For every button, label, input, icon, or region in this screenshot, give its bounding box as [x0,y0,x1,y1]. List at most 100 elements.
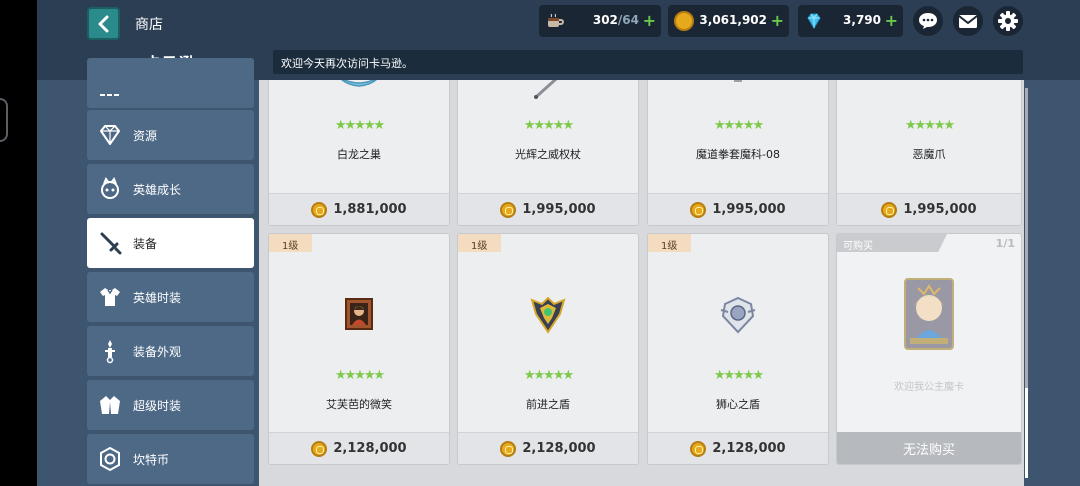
star-rating: ★★★★★ [713,368,764,383]
sidebar-item-resources[interactable]: 资源 [87,110,254,160]
sidebar-item-kanterbury-coin[interactable]: 坎特币 [87,434,254,484]
stamina-value: 302/64 [593,13,639,27]
cannot-purchase-button[interactable]: 无法购买 [837,432,1021,464]
availability-tag: 可购买 [837,234,947,252]
gem-value: 3,790 [843,13,881,27]
price-band: 2,128,000 [458,432,638,464]
sidebar-item-label: 资源 [133,129,158,143]
mail-button[interactable] [953,6,983,36]
level-badge: 1级 [648,234,691,252]
item-name: 艾芙芭的微笑 [326,398,392,411]
gold-value: 3,061,902 [699,13,767,27]
gear-icon [998,11,1018,31]
lionheart-shield-icon [720,296,756,334]
gem-counter[interactable]: 3,790 + [798,5,903,37]
add-gem-icon[interactable]: + [885,11,898,31]
sidebar-item-equipment-appearance[interactable]: 装备外观 [87,326,254,376]
gold-coin-icon [690,440,707,457]
sidebar-item-equipment[interactable]: 装备 [87,218,254,268]
sidebar-item-super-costume[interactable]: 超级时装 [87,380,254,430]
item-subtext: 欢迎我公主魔卡 [894,382,964,393]
equipment-appearance-icon [105,340,115,364]
shop-item-card[interactable]: 1级 ★★★★★ 前进之盾 2,128,000 [457,233,639,465]
chat-bubble-icon [919,13,937,29]
price-band: 1,881,000 [269,193,449,225]
item-name: 前进之盾 [526,398,570,411]
add-gold-icon[interactable]: + [771,11,784,31]
item-price: 2,128,000 [333,441,407,456]
sidebar-item-label: 超级时装 [133,399,182,413]
star-rating: ★★★★★ [713,118,764,133]
diamond-gem-icon [807,13,821,29]
diamond-icon [100,125,120,145]
shop-item-card-disabled: 可购买 1/1 欢迎我公主魔卡 无法购买 [836,233,1022,465]
sidebar-item-hero-growth[interactable]: 英雄成长 [87,164,254,214]
price-band: 1,995,000 [648,193,828,225]
scepter-icon [534,80,558,99]
gold-coin-icon [311,201,328,218]
gold-coin-icon [311,440,328,457]
item-name: 白龙之巢 [337,148,381,161]
item-name: 魔道拳套魔科-08 [696,148,780,161]
screen: 商店 302/64 + 3,061,902 + 3,790 + 欢迎今天再次访问… [0,0,1080,486]
scrollbar-thumb[interactable] [1025,88,1028,388]
star-rating: ★★★★★ [523,118,574,133]
back-button[interactable] [87,7,120,40]
shop-item-card[interactable]: ★★★★★ 光辉之威权杖 1,995,000 [457,80,639,226]
price-band: 1,995,000 [837,193,1021,225]
shop-item-card[interactable]: 1级 ★★★★★ 艾芙芭的微笑 2,128,000 [268,233,450,465]
star-rating: ★★★★★ [334,368,385,383]
shop-item-card[interactable]: ★★★★★ 白龙之巢 1,881,000 [268,80,450,226]
item-price: 1,995,000 [522,202,596,217]
sword-icon [100,232,122,255]
hero-growth-icon [101,176,119,199]
level-badge: 1级 [458,234,501,252]
star-rating: ★★★★★ [334,118,385,133]
shop-item-grid: ★★★★★ 白龙之巢 1,881,000 ★★★★★ 光辉之威权杖 1,995,… [259,80,1024,486]
item-price: 2,128,000 [522,441,596,456]
item-price: 1,995,000 [903,202,977,217]
super-costume-icon [100,396,120,414]
phone-bezel [0,98,8,142]
sidebar-item-hero-costume[interactable]: 英雄时装 [87,272,254,322]
welcome-message: 欢迎今天再次访问卡马逊。 [273,50,1023,74]
sidebar-item-label: 坎特币 [133,453,170,467]
grid-icon [100,94,119,96]
star-rating: ★★★★★ [904,118,955,133]
price-band: 2,128,000 [269,432,449,464]
envelope-icon [958,15,978,28]
stamina-max: /64 [617,13,639,27]
portrait-frame-icon [345,298,373,330]
kanterbury-coin-icon [100,446,120,472]
sidebar-item-label: 装备外观 [133,345,182,359]
coffee-cup-icon [548,13,564,27]
gold-coin-icon [500,440,517,457]
add-stamina-icon[interactable]: + [643,11,656,31]
game-window: 商店 302/64 + 3,061,902 + 3,790 + 欢迎今天再次访问… [37,0,1080,486]
gold-coin-icon [690,201,707,218]
item-price: 2,128,000 [712,441,786,456]
shop-item-card[interactable]: ★★★★★ 魔道拳套魔科-08 1,995,000 [647,80,829,226]
stamina-counter[interactable]: 302/64 + [539,5,661,37]
gold-counter[interactable]: 3,061,902 + [668,5,789,37]
item-price: 1,881,000 [333,202,407,217]
sidebar-item-label: 英雄成长 [133,183,182,197]
page-title: 商店 [135,17,163,33]
price-band: 1,995,000 [458,193,638,225]
advance-shield-icon [530,296,566,334]
sidebar-item-label: 装备 [133,237,158,251]
gold-coin-icon [500,201,517,218]
shop-item-card[interactable]: ★★★★★ 恶魔爪 1,995,000 [836,80,1022,226]
settings-button[interactable] [993,6,1023,36]
chevron-left-icon [98,15,108,32]
item-name: 狮心之盾 [716,398,760,411]
stamina-current: 302 [592,13,618,27]
stock-count: 1/1 [995,237,1015,250]
gold-coin-icon [881,201,898,218]
item-price: 1,995,000 [712,202,786,217]
price-band: 2,128,000 [648,432,828,464]
sidebar-item-0[interactable] [87,58,254,108]
gauntlet-icon [734,80,742,82]
chat-button[interactable] [913,6,943,36]
shop-item-card[interactable]: 1级 ★★★★★ 狮心之盾 2,128,000 [647,233,829,465]
